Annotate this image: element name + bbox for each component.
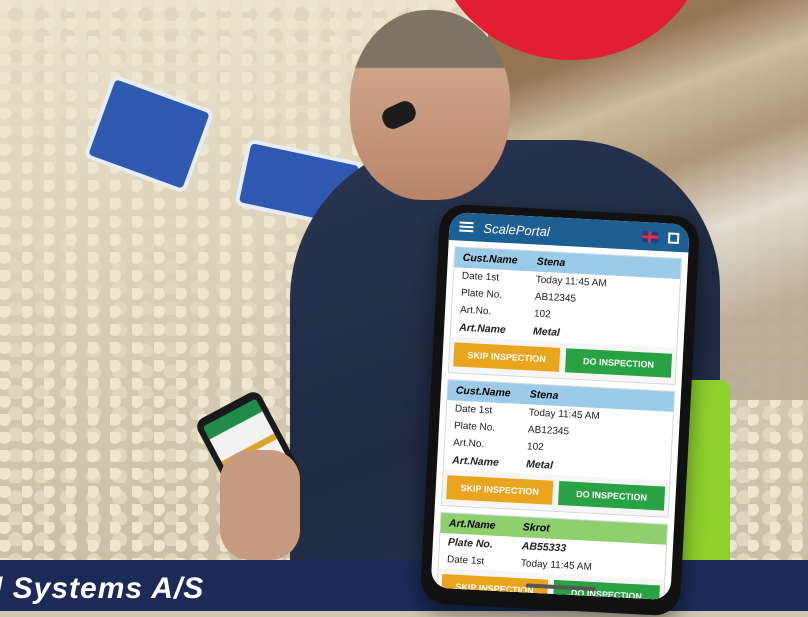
field-label: Art.Name bbox=[458, 321, 507, 337]
card-header-value: Stena bbox=[529, 388, 559, 402]
field-value: 102 bbox=[533, 308, 551, 321]
inspection-card: Cust.Name Stena Date 1st Today 11:45 AM Plat… bbox=[447, 246, 683, 386]
field-label: Plate No. bbox=[447, 536, 494, 551]
field-label: Date 1st bbox=[454, 403, 493, 417]
skip-inspection-button[interactable]: SKIP INSPECTION bbox=[446, 475, 554, 505]
field-value: Metal bbox=[532, 325, 561, 339]
menu-icon[interactable] bbox=[459, 221, 474, 233]
field-value: Today 11:45 AM bbox=[520, 558, 593, 573]
card-header-value: Stena bbox=[536, 255, 566, 270]
field-label: Plate No. bbox=[460, 287, 503, 301]
field-value: Today 11:45 AM bbox=[528, 407, 600, 423]
field-value: Today 11:45 AM bbox=[535, 274, 607, 290]
phone-mockup: ScalePortal Cust.Name Stena Date 1st Today … bbox=[419, 203, 701, 617]
app-title: ScalePortal bbox=[483, 220, 551, 239]
worker-hand bbox=[220, 450, 300, 560]
phone-screen: ScalePortal Cust.Name Stena Date 1st Today … bbox=[430, 211, 690, 601]
footer-company-text: l Systems A/S bbox=[0, 572, 205, 605]
uk-flag-icon[interactable] bbox=[641, 230, 659, 243]
grid-icon[interactable] bbox=[667, 231, 680, 244]
do-inspection-button[interactable]: DO INSPECTION bbox=[558, 481, 666, 511]
field-label: Date 1st bbox=[446, 554, 485, 568]
skip-inspection-button[interactable]: SKIP INSPECTION bbox=[453, 342, 561, 372]
do-inspection-button[interactable]: DO INSPECTION bbox=[564, 348, 673, 378]
field-label: Art.No. bbox=[452, 437, 485, 451]
worker-head bbox=[350, 10, 510, 200]
field-label: Plate No. bbox=[453, 420, 496, 434]
field-label: Art.Name bbox=[451, 454, 500, 469]
field-value: 102 bbox=[526, 441, 544, 454]
field-value: AB12345 bbox=[527, 424, 570, 438]
inspection-card: Cust.Name Stena Date 1st Today 11:45 AM Plat… bbox=[440, 379, 676, 518]
field-value: AB12345 bbox=[534, 291, 577, 305]
card-header-label: Cust.Name bbox=[455, 384, 511, 400]
field-value: AB55333 bbox=[521, 540, 567, 555]
field-label: Date 1st bbox=[461, 270, 500, 284]
card-header-label: Cust.Name bbox=[462, 251, 518, 267]
field-value: Metal bbox=[525, 458, 554, 472]
card-header-value: Skrot bbox=[522, 521, 550, 535]
card-header-label: Art.Name bbox=[448, 517, 496, 532]
field-label: Art.No. bbox=[459, 304, 492, 318]
